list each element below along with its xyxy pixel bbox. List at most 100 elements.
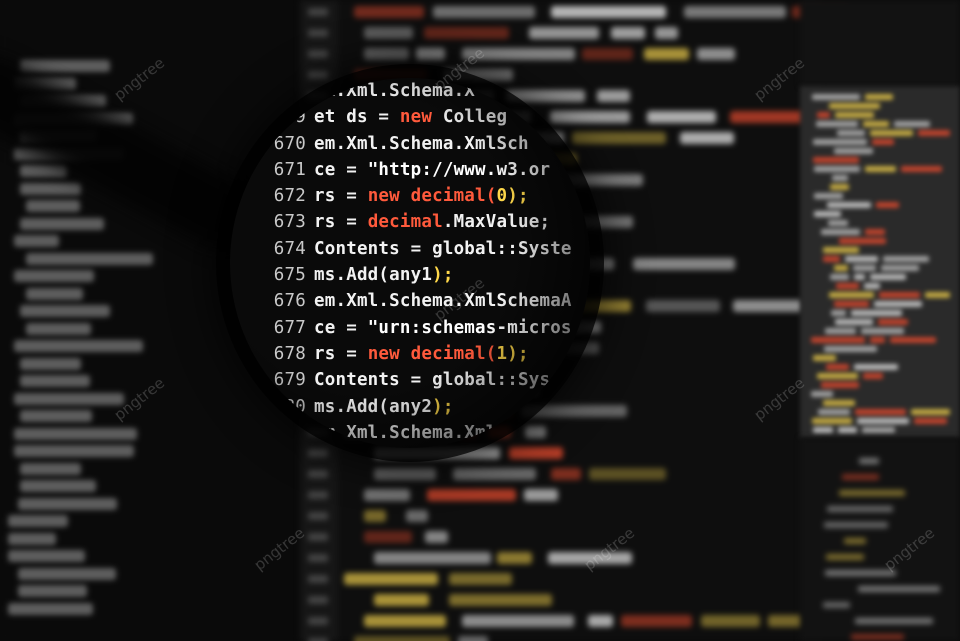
blurred-minimap-line xyxy=(877,319,908,325)
blurred-minimap-line xyxy=(812,94,861,100)
code-token: any2 xyxy=(389,396,433,417)
blurred-code-segment xyxy=(364,531,412,543)
code-token: ); xyxy=(432,265,454,286)
code-token: new xyxy=(399,107,443,128)
blurred-code-segment xyxy=(364,27,414,39)
blurred-tree-item xyxy=(8,532,57,545)
blurred-code-segment xyxy=(424,531,449,543)
blurred-minimap-line xyxy=(829,292,874,298)
blurred-minimap-line xyxy=(883,256,930,262)
blurred-minimap-line xyxy=(813,166,860,172)
blurred-minimap-line xyxy=(862,121,889,127)
blurred-panel-line xyxy=(822,602,850,608)
line-number: 673 xyxy=(273,212,306,233)
blurred-tree-item xyxy=(14,235,59,247)
blurred-minimap-line xyxy=(810,391,834,397)
blurred-line-number xyxy=(308,617,328,625)
blurred-code-segment xyxy=(374,594,429,606)
code-token: ); xyxy=(507,186,529,207)
code-token: ce = xyxy=(314,317,368,338)
blurred-minimap-line xyxy=(831,175,848,181)
blurred-minimap-line xyxy=(837,130,866,136)
blurred-tree-item xyxy=(18,585,88,597)
blurred-panel-line xyxy=(824,570,897,576)
blurred-panel-line xyxy=(827,506,893,512)
blurred-code-segment xyxy=(364,615,446,627)
blurred-minimap-line xyxy=(871,139,894,145)
blurred-minimap-line xyxy=(865,229,886,235)
blurred-code-segment xyxy=(588,615,614,627)
blurred-minimap-line xyxy=(853,274,865,280)
blurred-code-segment xyxy=(509,447,563,459)
blurred-code-segment xyxy=(497,552,532,564)
blurred-minimap-line xyxy=(821,382,860,388)
blurred-code-segment xyxy=(581,48,633,60)
code-photo-scene: em.Xml.Schema.X 669 et ds = new Colleg 670 e… xyxy=(0,0,960,641)
line-number: 674 xyxy=(273,238,306,259)
blurred-code-segment xyxy=(588,468,666,480)
blurred-code-segment xyxy=(457,636,489,641)
blurred-code-segment xyxy=(645,300,720,312)
line-number: 680 xyxy=(273,396,306,417)
code-token: new decimal( xyxy=(367,343,497,364)
blurred-minimap-line xyxy=(862,373,884,379)
blurred-minimap-line xyxy=(864,283,881,289)
blurred-tree-item xyxy=(26,322,92,335)
blurred-minimap-line xyxy=(893,121,930,127)
blurred-minimap-line xyxy=(834,319,873,325)
blurred-tree-item xyxy=(26,200,81,212)
blurred-tree-item xyxy=(20,60,111,72)
code-line: 671 ce = "http://www.w3.or xyxy=(262,157,572,183)
blurred-code-segment xyxy=(732,300,804,312)
blurred-code-segment xyxy=(354,6,424,18)
blurred-panel-line xyxy=(839,490,905,496)
blurred-minimap-line xyxy=(913,418,948,424)
blurred-tree-item xyxy=(26,287,84,300)
blurred-minimap-line xyxy=(835,112,875,118)
blurred-minimap-line xyxy=(860,328,904,334)
blurred-code-segment xyxy=(611,27,646,39)
blurred-code-segment xyxy=(523,489,559,501)
code-token: 1 xyxy=(496,343,508,364)
code-line: 677 ce = "urn:schemas-micros xyxy=(262,315,572,341)
blurred-code-segment xyxy=(528,27,599,39)
blurred-panel-line xyxy=(851,634,904,640)
blurred-minimap-line xyxy=(830,274,849,280)
code-token: em.Xml.Schema.Xml xyxy=(314,422,497,443)
blurred-minimap-line xyxy=(831,310,846,316)
code-line: 680 ms.Add(any2); xyxy=(262,394,572,420)
blurred-tree-item xyxy=(8,602,93,615)
code-token: ); xyxy=(507,343,529,364)
blurred-code-segment xyxy=(679,132,735,144)
blurred-code-segment xyxy=(632,258,736,270)
code-token: new decimal( xyxy=(367,186,497,207)
line-number: 679 xyxy=(273,370,306,391)
blurred-line-number xyxy=(308,554,328,562)
blurred-minimap-line xyxy=(811,337,865,343)
blurred-panel-line xyxy=(854,618,933,624)
blurred-tree-item xyxy=(14,392,124,405)
code-line: 675 ms.Add(any1); xyxy=(262,262,572,288)
blurred-line-number xyxy=(308,470,328,478)
line-number: 671 xyxy=(273,159,306,180)
blurred-code-segment xyxy=(654,27,678,39)
code-line: 678 rs = new decimal(1); xyxy=(262,341,572,367)
blurred-line-number xyxy=(308,533,328,541)
code-token: Contents = global::Syste xyxy=(314,238,572,259)
code-line: 672 rs = new decimal(0); xyxy=(262,183,572,209)
blurred-minimap-line xyxy=(826,202,871,208)
blurred-code-segment xyxy=(696,48,735,60)
blurred-minimap-line xyxy=(818,409,850,415)
blurred-code-segment xyxy=(620,615,693,627)
code-line: 681 em.Xml.Schema.Xml xyxy=(262,420,572,446)
blurred-minimap-line xyxy=(857,418,909,424)
blurred-panel-line xyxy=(823,522,888,528)
blurred-code-segment xyxy=(643,48,689,60)
blurred-tree-item xyxy=(14,340,143,352)
blurred-code-segment xyxy=(405,510,428,522)
blurred-minimap-line xyxy=(811,418,853,424)
line-number: 676 xyxy=(273,291,306,312)
blurred-tree-item xyxy=(20,357,81,370)
blurred-tree-item xyxy=(26,252,154,265)
blurred-tree-item xyxy=(20,375,90,387)
